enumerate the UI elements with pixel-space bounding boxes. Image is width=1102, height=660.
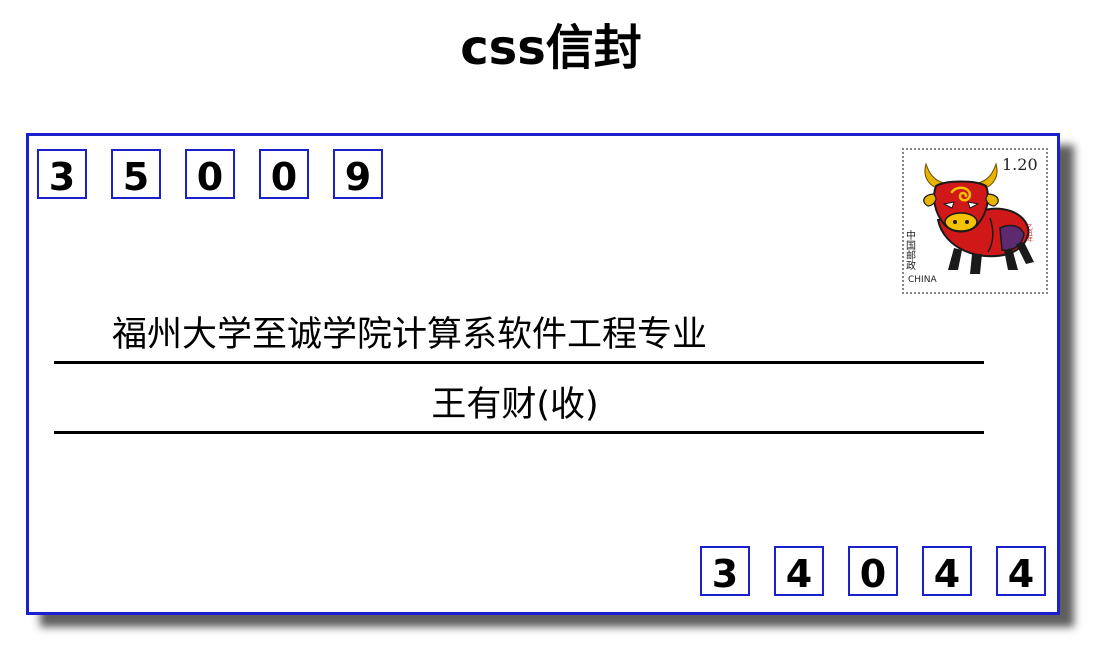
sender-zip-code: 3 5 0 0 9: [37, 149, 383, 199]
page-title: css信封: [460, 20, 642, 76]
stamp-country-en: CHINA: [908, 275, 937, 285]
recipient-zip-code: 3 4 0 4 4: [700, 546, 1046, 596]
page: css信封 3 5 0 0 9 1.20 乙丑年: [0, 0, 1102, 660]
sender-zip-digit-1: 3: [37, 149, 87, 199]
postage-stamp: 1.20 乙丑年: [902, 148, 1048, 294]
stamp-country-cn: 中国邮政: [904, 229, 916, 271]
recipient-zip-digit-5: 4: [996, 546, 1046, 596]
recipient-name: 王有财(收): [431, 385, 599, 425]
recipient-address: 福州大学至诚学院计算系软件工程专业: [112, 315, 708, 355]
recipient-zip-digit-1: 3: [700, 546, 750, 596]
ox-stamp-icon: 1.20 乙丑年: [904, 155, 1038, 285]
sender-zip-digit-5: 9: [333, 149, 383, 199]
stamp-denomination: 1.20: [1002, 155, 1038, 174]
recipient-address-line: 福州大学至诚学院计算系软件工程专业: [54, 314, 984, 364]
envelope: 3 5 0 0 9 1.20 乙丑年: [26, 133, 1060, 615]
sender-zip-digit-2: 5: [111, 149, 161, 199]
recipient-name-line: 王有财(收): [54, 384, 984, 434]
sender-zip-digit-4: 0: [259, 149, 309, 199]
recipient-zip-digit-3: 0: [848, 546, 898, 596]
recipient-zip-digit-2: 4: [774, 546, 824, 596]
recipient-zip-digit-4: 4: [922, 546, 972, 596]
sender-zip-digit-3: 0: [185, 149, 235, 199]
